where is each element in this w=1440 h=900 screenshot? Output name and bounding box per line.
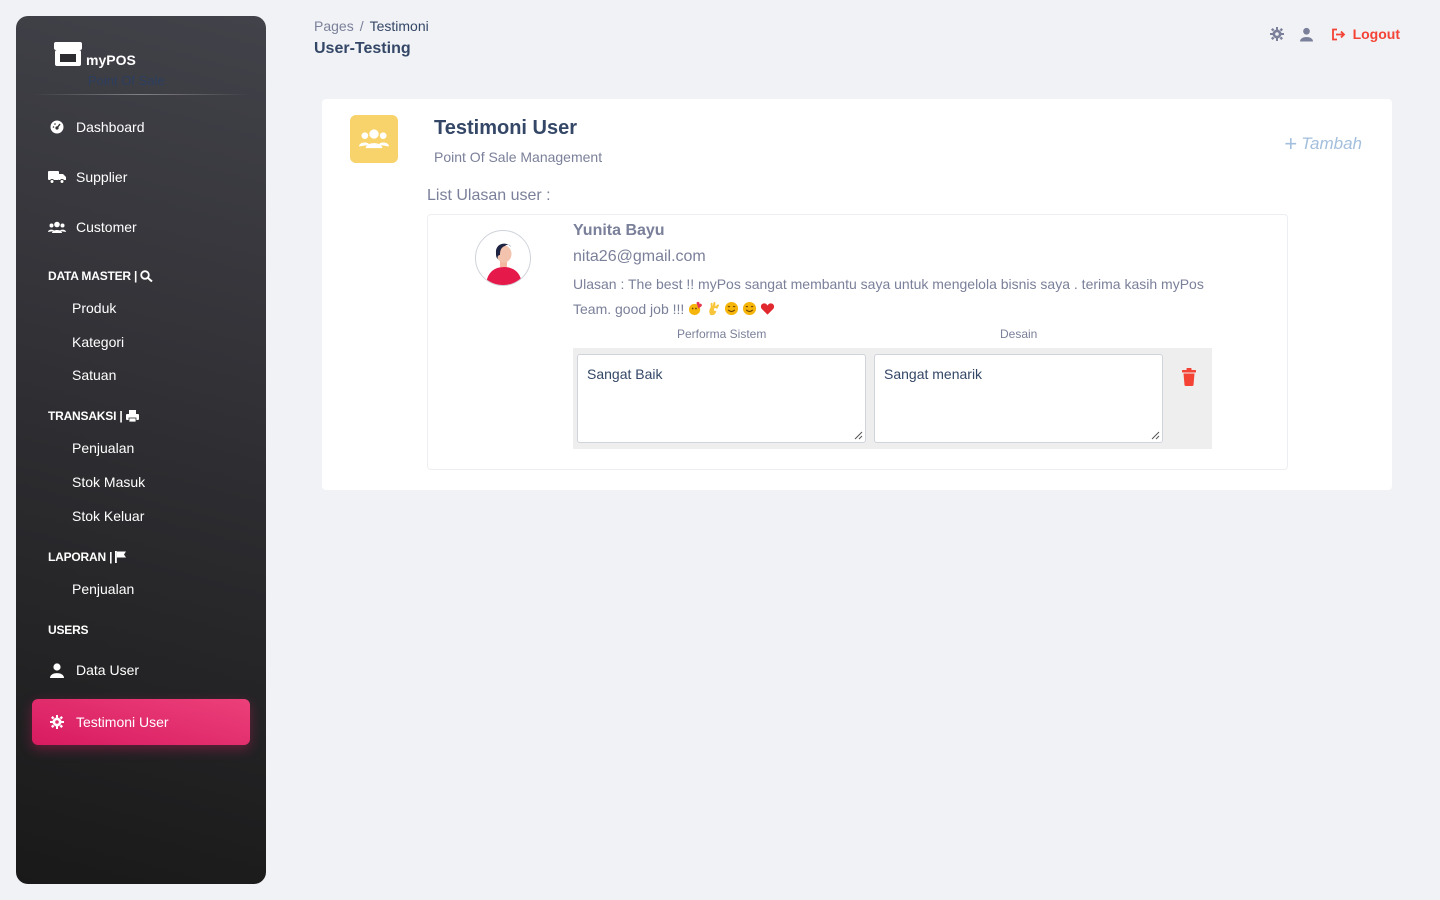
ok-hand-emoji-icon (709, 301, 720, 316)
sidebar-item-supplier[interactable]: Supplier (32, 154, 250, 200)
flag-icon (115, 551, 129, 563)
review-list-label: List Ulasan user : (427, 187, 551, 204)
plus-icon: + (1284, 131, 1298, 156)
review-item: Yunita Bayu nita26@gmail.com Ulasan : Th… (427, 214, 1288, 470)
sidebar-item-testimoni-user[interactable]: Testimoni User (32, 699, 250, 745)
testimoni-card: Testimoni User Point Of Sale Management … (322, 99, 1392, 490)
add-button[interactable]: + Tambah (1284, 133, 1362, 155)
settings-icon[interactable] (1269, 26, 1285, 42)
design-value: Sangat menarik (884, 366, 983, 382)
sidebar-item-stok-masuk[interactable]: Stok Masuk (72, 474, 145, 490)
card-users-icon (350, 115, 398, 163)
add-button-label: Tambah (1301, 134, 1362, 153)
section-users: USERS (48, 623, 89, 637)
sidebar-item-dashboard[interactable]: Dashboard (32, 104, 250, 150)
users-icon (48, 218, 66, 236)
review-emojis (688, 301, 778, 317)
section-title: LAPORAN | (48, 550, 113, 564)
rating-row: Sangat Baik Sangat menarik (573, 348, 1212, 449)
review-text-block: Ulasan : The best !! myPos sangat memban… (573, 272, 1213, 322)
page-title: User-Testing (314, 40, 411, 57)
print-icon (125, 410, 140, 422)
sidebar-item-label: Supplier (76, 169, 128, 185)
sidebar-item-produk[interactable]: Produk (72, 300, 116, 316)
section-transaksi: TRANSAKSI | (48, 409, 140, 423)
sidebar-item-laporan-penjualan[interactable]: Penjualan (72, 581, 134, 597)
sidebar-item-stok-keluar[interactable]: Stok Keluar (72, 508, 144, 524)
truck-icon (48, 168, 66, 186)
store-icon (54, 42, 82, 66)
search-icon (140, 270, 154, 282)
section-title: TRANSAKSI | (48, 409, 123, 423)
brand-name: myPOS (86, 52, 136, 68)
sidebar-item-satuan[interactable]: Satuan (72, 367, 116, 383)
trash-icon[interactable] (1181, 368, 1197, 386)
resize-handle-icon[interactable] (1151, 431, 1160, 440)
card-subtitle: Point Of Sale Management (434, 149, 603, 165)
top-actions: Logout (1269, 26, 1400, 42)
sidebar-item-kategori[interactable]: Kategori (72, 334, 124, 350)
sidebar-item-label: Customer (76, 219, 137, 235)
heart-emoji-icon (761, 303, 775, 315)
section-data-master: DATA MASTER | (48, 269, 154, 283)
performance-value: Sangat Baik (587, 366, 663, 382)
kiss-emoji-icon (689, 301, 703, 316)
card-title: Testimoni User (434, 117, 577, 139)
breadcrumb: Pages / Testimoni (314, 18, 429, 34)
sidebar-divider (32, 94, 250, 95)
dashboard-icon (48, 118, 66, 136)
logout-label: Logout (1352, 26, 1400, 42)
smile-emoji-icon (743, 301, 757, 316)
avatar (475, 230, 531, 286)
sidebar-item-label: Data User (76, 662, 140, 678)
smile-emoji-icon (725, 301, 739, 316)
reviewer-name: Yunita Bayu (573, 222, 665, 239)
brand-subtitle: Point Of Sale (88, 73, 165, 88)
section-title: DATA MASTER | (48, 269, 138, 283)
sidebar-item-label: Dashboard (76, 119, 145, 135)
section-title: USERS (48, 623, 89, 637)
account-icon[interactable] (1299, 26, 1315, 42)
design-label: Desain (1000, 327, 1038, 341)
review-text: Ulasan : The best !! myPos sangat memban… (573, 276, 1204, 317)
sidebar-item-customer[interactable]: Customer (32, 204, 250, 250)
section-laporan: LAPORAN | (48, 550, 129, 564)
logout-button[interactable]: Logout (1331, 26, 1400, 42)
performance-label: Performa Sistem (677, 327, 767, 341)
sidebar-item-penjualan[interactable]: Penjualan (72, 440, 134, 456)
design-textarea[interactable]: Sangat menarik (874, 354, 1163, 443)
logout-icon (1331, 28, 1345, 40)
sidebar-item-label: Testimoni User (76, 714, 169, 730)
breadcrumb-root[interactable]: Pages (314, 18, 354, 34)
reviewer-email: nita26@gmail.com (573, 248, 706, 265)
user-icon (48, 661, 66, 679)
breadcrumb-current: Testimoni (369, 18, 429, 34)
sidebar: myPOS Point Of Sale Dashboard Supplier C… (16, 16, 266, 884)
breadcrumb-separator: / (359, 18, 364, 34)
gear-icon (48, 713, 66, 731)
performance-textarea[interactable]: Sangat Baik (577, 354, 866, 443)
sidebar-item-data-user[interactable]: Data User (32, 647, 250, 693)
resize-handle-icon[interactable] (854, 431, 863, 440)
